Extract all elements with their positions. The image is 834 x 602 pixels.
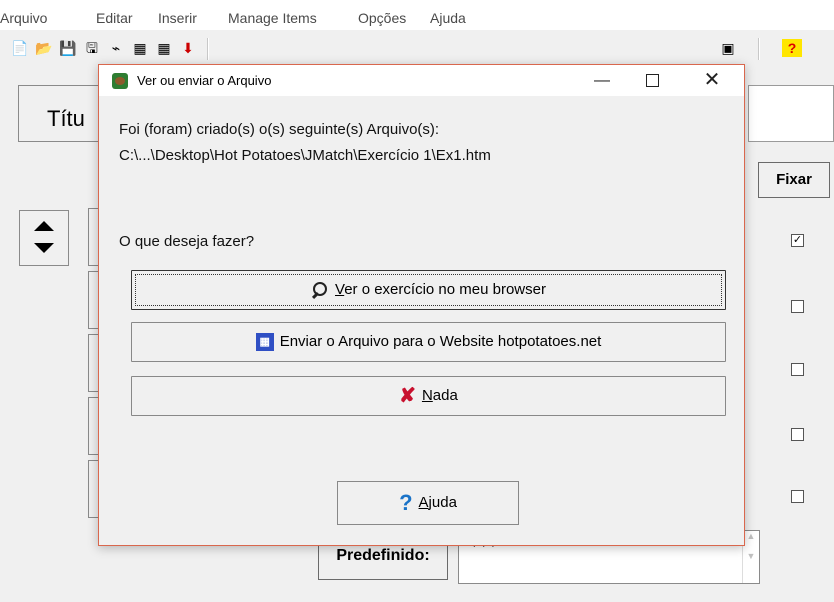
magnifier-icon bbox=[311, 282, 328, 298]
help-icon[interactable]: ? bbox=[782, 39, 802, 57]
menu-ajuda[interactable]: Ajuda bbox=[430, 10, 466, 26]
toolbar: 📄 📂 💾 🖫 ⌁ ▦ ▦ ⬇ ▣ ? bbox=[0, 32, 834, 66]
file-path-text: C:\...\Desktop\Hot Potatoes\JMatch\Exerc… bbox=[119, 147, 491, 164]
dialog-titlebar[interactable]: Ver ou enviar o Arquivo — ✕ bbox=[99, 65, 744, 96]
fixar-checkbox[interactable] bbox=[791, 363, 804, 376]
menu-inserir[interactable]: Inserir bbox=[158, 10, 197, 26]
view-in-browser-button[interactable]: Ver o exercício no meu browser bbox=[131, 270, 726, 310]
send-to-website-button[interactable]: ▦ Enviar o Arquivo para o Website hotpota… bbox=[131, 322, 726, 362]
close-button[interactable]: ✕ bbox=[689, 65, 735, 96]
send-button-label: Enviar o Arquivo para o Website hotpotat… bbox=[279, 333, 602, 350]
arrow-down-icon[interactable] bbox=[34, 243, 54, 253]
question-mark-icon: ? bbox=[399, 490, 413, 516]
menu-editar[interactable]: Editar bbox=[96, 10, 133, 26]
paste-icon[interactable]: ⬇ bbox=[178, 39, 198, 57]
fixar-checkbox[interactable]: ✓ bbox=[791, 234, 804, 247]
open-folder-icon[interactable]: 📂 bbox=[34, 39, 54, 57]
maximize-icon bbox=[645, 74, 659, 88]
help-button-mnemonic: A bbox=[418, 494, 429, 511]
toolbar-separator bbox=[758, 38, 760, 60]
help-button-label: juda bbox=[428, 494, 457, 511]
toolbar-separator bbox=[207, 38, 209, 60]
fixar-checkbox[interactable] bbox=[791, 300, 804, 313]
view-send-dialog: Ver ou enviar o Arquivo — ✕ Foi (foram) … bbox=[98, 64, 745, 546]
nothing-button[interactable]: ✘ Nada bbox=[131, 376, 726, 416]
menu-bar: Arquivo Editar Inserir Manage Items Opçõ… bbox=[0, 0, 834, 30]
fixar-header: Fixar bbox=[758, 162, 830, 198]
nothing-button-label: ada bbox=[432, 387, 458, 404]
menu-opcoes[interactable]: Opções bbox=[358, 10, 406, 26]
hot-potatoes-icon bbox=[112, 73, 128, 89]
red-x-icon: ✘ bbox=[399, 385, 416, 408]
nothing-button-mnemonic: N bbox=[421, 387, 433, 404]
maximize-button[interactable] bbox=[629, 65, 675, 96]
save-as-icon[interactable]: 🖫 bbox=[82, 39, 102, 57]
menu-arquivo[interactable]: Arquivo bbox=[0, 10, 47, 26]
focus-ring bbox=[135, 274, 722, 306]
link-icon[interactable]: ⌁ bbox=[106, 39, 126, 57]
arrow-up-icon[interactable] bbox=[34, 221, 54, 231]
title-input[interactable] bbox=[748, 85, 834, 142]
menu-manage-items[interactable]: Manage Items bbox=[228, 10, 317, 26]
web-export-icon[interactable]: ▦ bbox=[130, 39, 150, 57]
reorder-arrows bbox=[19, 210, 69, 266]
web-upload-icon: ▦ bbox=[255, 333, 274, 352]
web-export-alt-icon[interactable]: ▦ bbox=[154, 39, 174, 57]
fixar-checkbox[interactable] bbox=[791, 428, 804, 441]
help-button[interactable]: ? Ajuda bbox=[337, 481, 519, 525]
minimize-button[interactable]: — bbox=[579, 65, 625, 96]
save-icon[interactable]: 💾 bbox=[58, 39, 78, 57]
question-text: O que deseja fazer? bbox=[119, 233, 255, 250]
title-label: Títu bbox=[47, 106, 85, 131]
created-files-text: Foi (foram) criado(s) o(s) seguinte(s) A… bbox=[119, 121, 440, 138]
colour-icon[interactable]: ▣ bbox=[718, 39, 738, 57]
dialog-title: Ver ou enviar o Arquivo bbox=[137, 73, 272, 88]
new-file-icon[interactable]: 📄 bbox=[10, 39, 30, 57]
fixar-checkbox[interactable] bbox=[791, 490, 804, 503]
